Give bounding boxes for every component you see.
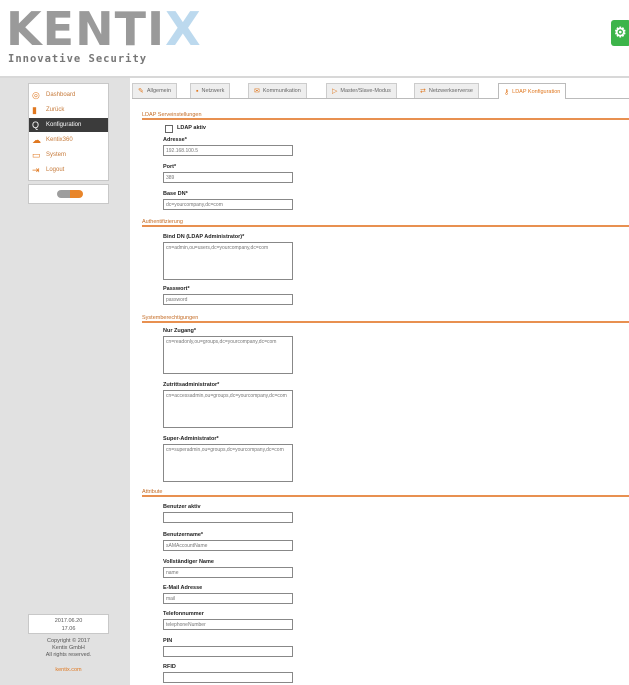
sidebar-item-label: Logout [46,167,65,173]
basedn-label: Base DN* [163,191,188,197]
tab-ldap[interactable]: ⚷ LDAP Konfiguration [498,83,567,99]
version-date: 2017.06.20 [54,618,83,624]
tab-master-slave[interactable]: ▷ Master/Slave-Modus [326,83,397,98]
password-label: Passwort* [163,286,190,292]
section-roles: Systemberechtigungen [142,314,629,323]
logo-text: KENTI [6,2,166,56]
username-field[interactable]: sAMAccountName [163,540,293,551]
sidebar-item-label: Kentix360 [46,137,73,143]
binddn-field[interactable]: cn=admin,ou=users,dc=yourcompany,dc=com [163,242,293,280]
superadmin-label: Super-Administrator* [163,436,219,442]
binddn-label: Bind DN (LDAP Administrator)* [163,234,245,240]
tab-network[interactable]: ▪ Netzwerk [190,83,231,98]
copyright: Copyright © 2017 Kentix GmbH All rights … [28,638,109,659]
tab-network-services[interactable]: ⇄ Netzwerkserverse [414,83,479,98]
sidebar-item-back[interactable]: ▮ Zurück [29,103,108,117]
sidebar-item-label: Zurück [46,107,65,113]
tab-label: Master/Slave-Modus [340,88,391,94]
tab-label: Netzwerkserverse [428,88,473,94]
sidebar-nav: ◎ Dashboard ▮ Zurück Q Konfiguration ☁ Kenti… [28,83,109,181]
basedn-field[interactable]: dc=yourcompany,dc=com [163,199,293,210]
sidebar-item-logout[interactable]: ⇥ Logout [29,163,108,177]
user-active-label: Benutzer aktiv [163,504,201,510]
logo-tagline: Innovative Security [8,53,148,65]
email-field[interactable]: mail [163,593,293,604]
tab-communication[interactable]: ✉ Kommunikation [248,83,307,98]
access-admin-label: Zutrittsadministrator* [163,382,220,388]
port-label: Port* [163,164,177,170]
user-active-field[interactable] [163,512,293,523]
logo[interactable]: KENTIX [6,4,201,54]
readonly-field[interactable]: cn=readonly,ou=groups,dc=yourcompany,dc=… [163,336,293,374]
main-content: ✎ Allgemein ▪ Netzwerk ✉ Kommunikation ▷ Mas… [130,78,629,685]
phone-label: Telefonnummer [163,611,204,617]
section-auth: Authentifizierung [142,218,629,227]
header: KENTIX Innovative Security ⚙ [0,0,629,78]
logout-icon: ⇥ [32,165,40,175]
tab-general[interactable]: ✎ Allgemein [132,83,178,98]
arrows-icon: ⇄ [420,88,426,95]
readonly-label: Nur Zugang* [163,328,196,334]
search-icon: Q [32,120,40,130]
tab-bar: ✎ Allgemein ▪ Netzwerk ✉ Kommunikation ▷ Mas… [132,83,629,99]
username-label: Benutzername* [163,532,204,538]
logo-x: X [165,2,201,56]
sidebar-item-label: System [46,152,67,158]
section-attributes: Attribute [142,488,629,497]
ldap-active-label: LDAP aktiv [177,125,206,131]
share-icon: ⚙ [614,24,627,40]
port-field[interactable]: 389 [163,172,293,183]
kentix-link[interactable]: kentix.com [28,667,109,673]
password-field[interactable]: password [163,294,293,305]
superadmin-field[interactable]: cn=superadmin,ou=groups,dc=yourcompany,d… [163,444,293,482]
version-box: 2017.06.20 17.06 [28,614,109,634]
arrow-icon: ▷ [332,88,338,95]
tab-label: Kommunikation [262,88,301,94]
share-button[interactable]: ⚙ [611,20,629,46]
monitor-icon: ▭ [32,150,41,160]
sidebar-item-kentix360[interactable]: ☁ Kentix360 [29,133,108,147]
cloud-icon: ☁ [32,135,41,145]
sidebar-item-configuration[interactable]: Q Konfiguration [29,118,108,132]
back-icon: ▮ [32,105,37,115]
sidebar-item-dashboard[interactable]: ◎ Dashboard [29,88,108,102]
wrench-icon: ✎ [138,88,144,95]
rfid-label: RFID [163,664,176,670]
pin-field[interactable] [163,646,293,657]
key-icon: ⚷ [504,88,510,96]
ldap-active-checkbox[interactable] [165,125,173,133]
section-ldap: LDAP Serveinstellungen [142,111,629,120]
fullname-label: Vollständiger Name [163,559,214,565]
sidebar: ◎ Dashboard ▮ Zurück Q Konfiguration ☁ Kenti… [0,78,130,685]
status-badge-box [28,184,109,204]
fullname-field[interactable]: name [163,567,293,578]
pin-label: PIN [163,638,173,644]
network-icon: ▪ [196,87,199,95]
copyright-line: Kentix GmbH [52,645,85,651]
rfid-field[interactable] [163,672,293,683]
tab-label: Allgemein [146,88,172,94]
mail-icon: ✉ [254,88,260,95]
phone-field[interactable]: telephoneNumber [163,619,293,630]
address-label: Adresse* [163,137,187,143]
version-number: 17.06 [61,626,76,632]
sidebar-item-label: Konfiguration [46,122,82,128]
copyright-line: All rights reserved. [45,652,92,658]
address-field[interactable]: 192.168.100.5 [163,145,293,156]
sidebar-item-system[interactable]: ▭ System [29,148,108,162]
status-badge [57,190,83,198]
copyright-line: Copyright © 2017 [47,638,90,644]
access-admin-field[interactable]: cn=accessadmin,ou=groups,dc=yourcompany,… [163,390,293,428]
tab-label: Netzwerk [201,88,225,94]
dashboard-icon: ◎ [32,90,40,100]
email-label: E-Mail Adresse [163,585,203,591]
tab-label: LDAP Konfiguration [512,88,561,95]
sidebar-item-label: Dashboard [46,92,76,98]
